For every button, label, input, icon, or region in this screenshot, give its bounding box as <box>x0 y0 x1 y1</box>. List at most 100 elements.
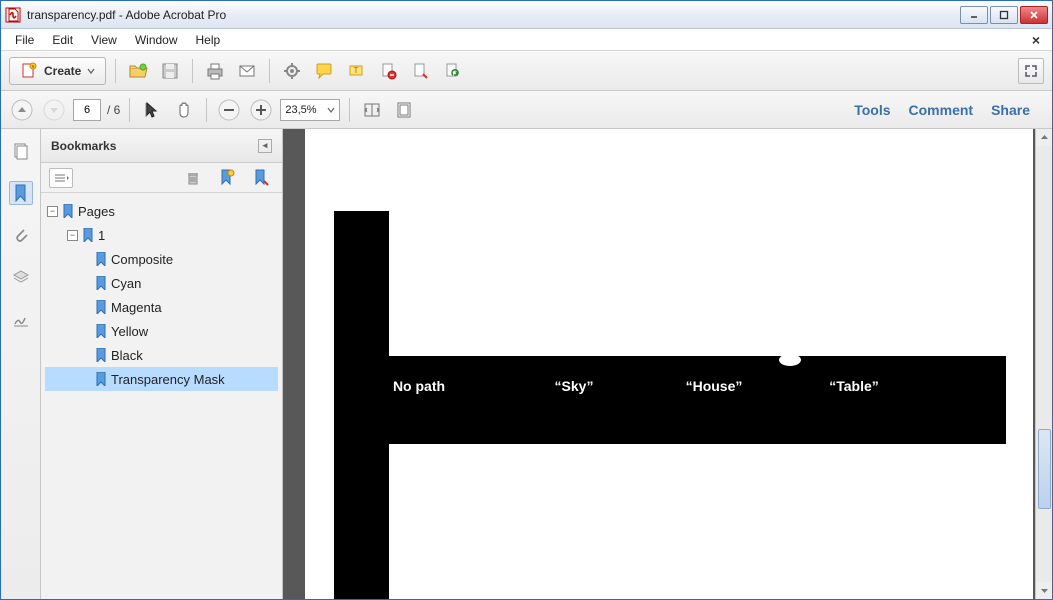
svg-text:T: T <box>354 66 359 75</box>
bookmarks-panel: Bookmarks ◂ − Pages − <box>41 129 283 599</box>
hand-tool-button[interactable] <box>171 97 197 123</box>
bookmarks-header: Bookmarks ◂ <box>41 129 282 163</box>
document-viewer[interactable]: No path “Sky” “House” “Table” <box>283 129 1052 599</box>
main-area: Bookmarks ◂ − Pages − <box>1 129 1052 599</box>
tab-comment[interactable]: Comment <box>909 102 974 118</box>
menu-file[interactable]: File <box>7 31 42 49</box>
bookmark-black[interactable]: Black <box>45 343 278 367</box>
page-action-button[interactable] <box>407 58 433 84</box>
menu-window[interactable]: Window <box>127 31 186 49</box>
chevron-down-icon <box>327 106 335 114</box>
bookmark-page-1[interactable]: − 1 <box>45 223 278 247</box>
window-controls <box>960 6 1048 24</box>
document-page: No path “Sky” “House” “Table” <box>305 129 1033 599</box>
bookmark-options-button[interactable] <box>49 168 73 188</box>
page-down-button[interactable] <box>41 97 67 123</box>
nav-rail <box>1 129 41 599</box>
zoom-level-input[interactable]: 23,5% <box>280 99 340 121</box>
separator <box>192 59 193 83</box>
bookmark-label: Composite <box>111 252 173 267</box>
scroll-down-button[interactable] <box>1036 582 1052 599</box>
new-bookmark-from-structure-button[interactable] <box>248 165 274 191</box>
fullscreen-button[interactable] <box>1018 58 1044 84</box>
bookmarks-title: Bookmarks <box>51 139 116 153</box>
rail-signatures-icon[interactable] <box>9 307 33 331</box>
page-up-button[interactable] <box>9 97 35 123</box>
page-total-label: / 6 <box>107 103 120 117</box>
bookmark-label: Transparency Mask <box>111 372 225 387</box>
bookmark-composite[interactable]: Composite <box>45 247 278 271</box>
fit-width-button[interactable] <box>359 97 385 123</box>
separator <box>115 59 116 83</box>
bookmark-transparency-mask[interactable]: Transparency Mask <box>45 367 278 391</box>
titlebar: transparency.pdf - Adobe Acrobat Pro <box>1 1 1052 29</box>
doc-label-table: “Table” <box>784 378 924 394</box>
page-refresh-button[interactable] <box>439 58 465 84</box>
zoom-value: 23,5% <box>285 104 316 116</box>
highlight-button[interactable]: T <box>343 58 369 84</box>
fit-page-button[interactable] <box>391 97 417 123</box>
bookmarks-toolbar <box>41 163 282 193</box>
doc-label-house: “House” <box>644 378 784 394</box>
tab-tools[interactable]: Tools <box>854 102 890 118</box>
bookmark-magenta[interactable]: Magenta <box>45 295 278 319</box>
menubar: File Edit View Window Help × <box>1 29 1052 51</box>
bookmark-label: Pages <box>78 204 115 219</box>
settings-button[interactable] <box>279 58 305 84</box>
doc-shape-ellipse <box>779 354 801 366</box>
document-close-button[interactable]: × <box>1026 32 1046 48</box>
separator <box>269 59 270 83</box>
rail-layers-icon[interactable] <box>9 265 33 289</box>
separator <box>349 98 350 122</box>
create-button[interactable]: ★ Create <box>9 57 106 85</box>
tree-collapse-icon[interactable]: − <box>47 206 58 217</box>
doc-labels-row: No path “Sky” “House” “Table” <box>334 378 1006 394</box>
bookmark-icon <box>82 228 94 242</box>
save-button[interactable] <box>157 58 183 84</box>
minimize-button[interactable] <box>960 6 988 24</box>
bookmark-icon <box>95 276 107 290</box>
bookmark-label: 1 <box>98 228 105 243</box>
bookmark-pages[interactable]: − Pages <box>45 199 278 223</box>
maximize-button[interactable] <box>990 6 1018 24</box>
bookmark-label: Magenta <box>111 300 162 315</box>
collapse-panel-button[interactable]: ◂ <box>258 139 272 153</box>
page-number-input[interactable] <box>73 99 101 121</box>
bookmark-icon <box>95 324 107 338</box>
zoom-out-button[interactable] <box>216 97 242 123</box>
scroll-thumb[interactable] <box>1038 429 1051 509</box>
menu-edit[interactable]: Edit <box>44 31 81 49</box>
bookmark-icon <box>95 372 107 386</box>
menu-help[interactable]: Help <box>188 31 229 49</box>
comment-bubble-button[interactable] <box>311 58 337 84</box>
scroll-up-button[interactable] <box>1036 129 1052 146</box>
rail-bookmarks-icon[interactable] <box>9 181 33 205</box>
delete-bookmark-button[interactable] <box>180 165 206 191</box>
tab-share[interactable]: Share <box>991 102 1030 118</box>
app-window: transparency.pdf - Adobe Acrobat Pro Fil… <box>0 0 1053 600</box>
new-bookmark-button[interactable] <box>214 165 240 191</box>
create-pdf-icon: ★ <box>20 62 38 80</box>
zoom-in-button[interactable] <box>248 97 274 123</box>
tree-collapse-icon[interactable]: − <box>67 230 78 241</box>
bookmark-yellow[interactable]: Yellow <box>45 319 278 343</box>
bookmark-label: Black <box>111 348 143 363</box>
doc-label-nopath: No path <box>334 378 504 394</box>
bookmark-label: Yellow <box>111 324 148 339</box>
rail-pages-icon[interactable] <box>9 139 33 163</box>
menu-view[interactable]: View <box>83 31 125 49</box>
vertical-scrollbar[interactable] <box>1035 129 1052 599</box>
close-button[interactable] <box>1020 6 1048 24</box>
rail-attachments-icon[interactable] <box>9 223 33 247</box>
bookmark-icon <box>95 252 107 266</box>
email-button[interactable] <box>234 58 260 84</box>
open-button[interactable] <box>125 58 151 84</box>
window-title: transparency.pdf - Adobe Acrobat Pro <box>27 8 960 22</box>
bookmark-icon <box>62 204 74 218</box>
delete-page-button[interactable] <box>375 58 401 84</box>
separator <box>206 98 207 122</box>
print-button[interactable] <box>202 58 228 84</box>
bookmarks-tree: − Pages − 1 Composite <box>41 193 282 599</box>
bookmark-cyan[interactable]: Cyan <box>45 271 278 295</box>
select-tool-button[interactable] <box>139 97 165 123</box>
